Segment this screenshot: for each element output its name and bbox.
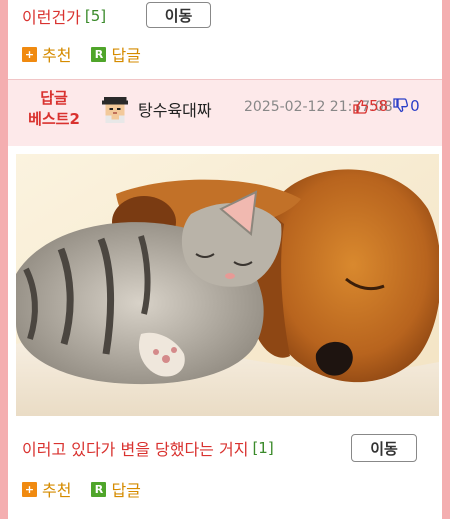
thumbs-up-icon[interactable] bbox=[352, 98, 368, 114]
post-actions: + 추천 R 답글 bbox=[22, 43, 141, 65]
reply-count: [1] bbox=[252, 439, 274, 457]
recommend-label: 추천 bbox=[42, 46, 72, 65]
post-actions: + 추천 R 답글 bbox=[22, 478, 141, 500]
plus-square-icon: + bbox=[22, 46, 37, 62]
post-list-panel: 이런건가 [5] 이동 + 추천 R 답글 답글 베스트2 탕수육대짜 2025… bbox=[8, 0, 442, 519]
post-title-link[interactable]: 이러고 있다가 변을 당했다는 거지 bbox=[22, 436, 248, 460]
post-title-link[interactable]: 이런건가 bbox=[22, 4, 81, 28]
post-image bbox=[16, 154, 439, 416]
avatar[interactable] bbox=[100, 95, 130, 125]
reply-count: [5] bbox=[84, 7, 107, 25]
recommend-button[interactable]: + 추천 bbox=[22, 42, 71, 66]
r-square-icon: R bbox=[91, 46, 107, 62]
best-label-line1: 답글 bbox=[40, 89, 68, 107]
post-title-row: 이러고 있다가 변을 당했다는 거지 [1] bbox=[22, 436, 274, 460]
author-name[interactable]: 탕수육대짜 bbox=[138, 97, 212, 121]
reply-label: 답글 bbox=[111, 46, 141, 65]
reply-button[interactable]: R 답글 bbox=[91, 477, 141, 501]
post-title-row: 이런건가 [5] bbox=[22, 2, 106, 30]
move-button[interactable]: 이동 bbox=[351, 434, 417, 462]
best-reply-header: 답글 베스트2 탕수육대짜 2025-02-12 21:37:08 58 0 bbox=[8, 80, 442, 146]
upvote-count: 58 bbox=[369, 97, 389, 115]
r-square-icon: R bbox=[91, 481, 107, 497]
recommend-button[interactable]: + 추천 bbox=[22, 477, 71, 501]
reply-button[interactable]: R 답글 bbox=[91, 42, 141, 66]
thumbs-down-icon[interactable] bbox=[392, 98, 409, 114]
best-label-line2: 베스트2 bbox=[28, 110, 80, 128]
vote-box: 58 0 bbox=[352, 97, 420, 115]
recommend-label: 추천 bbox=[42, 481, 72, 500]
move-button[interactable]: 이동 bbox=[146, 2, 211, 28]
reply-label: 답글 bbox=[111, 481, 141, 500]
downvote-count: 0 bbox=[410, 97, 420, 115]
best-reply-badge: 답글 베스트2 bbox=[22, 88, 86, 130]
plus-square-icon: + bbox=[22, 481, 37, 497]
